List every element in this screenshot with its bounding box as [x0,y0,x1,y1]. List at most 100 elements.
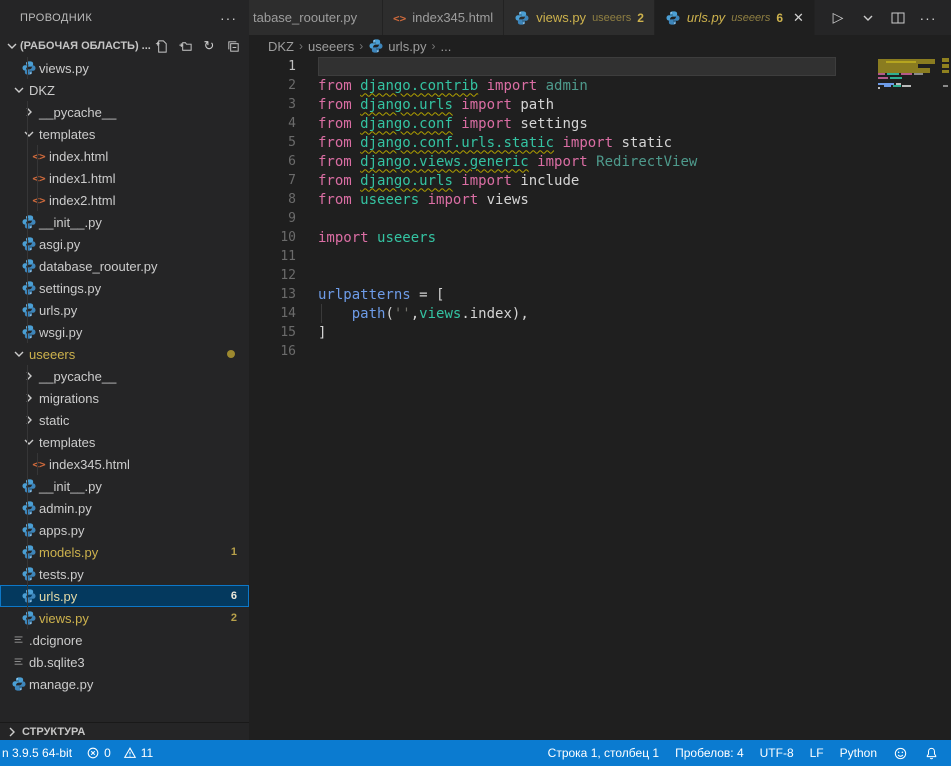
tree-folder-useeers[interactable]: useeers [0,343,249,365]
tree-folder-static[interactable]: static [0,409,249,431]
refresh-icon[interactable]: ↻ [199,36,219,56]
tree-file-.dcignore[interactable]: .dcignore [0,629,249,651]
tree-file-database_roouter.py[interactable]: database_roouter.py [0,255,249,277]
tree-file-models.py[interactable]: models.py1 [0,541,249,563]
tree-file-db.sqlite3[interactable]: db.sqlite3 [0,651,249,673]
chevron-right-icon[interactable] [20,412,38,428]
chevron-right-icon[interactable] [20,104,38,120]
tree-item-label: __init__.py [38,215,249,230]
html-file-icon: <> [30,458,48,471]
indentation-item[interactable]: Пробелов: 4 [675,746,744,760]
indent-guide [27,123,28,145]
tree-file-admin.py[interactable]: admin.py [0,497,249,519]
tree-folder-templates[interactable]: templates [0,123,249,145]
chevron-down-icon[interactable] [20,126,38,142]
tree-file-views.py[interactable]: views.py2 [0,607,249,629]
cursor-position-item[interactable]: Строка 1, столбец 1 [548,746,659,760]
tree-item-label: static [38,413,249,428]
tree-file-index1.html[interactable]: <>index1.html [0,167,249,189]
split-editor-button[interactable] [887,7,909,29]
close-icon[interactable]: ✕ [793,10,804,26]
tree-folder-DKZ[interactable]: DKZ [0,79,249,101]
indent-guide [27,299,28,321]
tab-views.py[interactable]: views.pyuseeers2 [504,0,655,35]
outline-section-header[interactable]: СТРУКТУРА [0,722,249,740]
tree-file-tests.py[interactable]: tests.py [0,563,249,585]
breadcrumb-item-urls.py[interactable]: urls.py [368,38,426,54]
tab-urls.py[interactable]: urls.pyuseeers6✕ [655,0,815,35]
encoding-item[interactable]: UTF-8 [760,746,794,760]
explorer-more-actions-icon[interactable]: ··· [220,10,237,26]
code-editor[interactable]: 12from django.contrib import admin3from … [249,57,951,740]
html-file-icon: <> [393,10,406,25]
chevron-right-icon[interactable] [20,368,38,384]
language-mode-item[interactable]: Python [840,746,877,760]
tree-file-index2.html[interactable]: <>index2.html [0,189,249,211]
tree-file-asgi.py[interactable]: asgi.py [0,233,249,255]
new-folder-icon[interactable] [175,36,195,56]
code-line-content: from useeers import views [318,192,951,208]
feedback-smiley-icon[interactable] [893,746,908,761]
chevron-down-icon[interactable] [10,346,28,362]
minimap-mark [887,73,899,75]
code-line-content: ] [318,325,951,341]
python-interpreter-item[interactable]: n 3.9.5 64-bit [2,746,72,760]
problems-count-badge: 1 [231,546,249,558]
indent-guide [27,519,28,541]
tree-file-urls.py[interactable]: urls.py6 [0,585,249,607]
tree-file-settings.py[interactable]: settings.py [0,277,249,299]
tree-folder-__pycache__[interactable]: __pycache__ [0,365,249,387]
problems-item[interactable]: 011 [86,746,153,760]
tab-folder-hint: useeers [592,12,631,24]
notifications-bell-icon[interactable] [924,746,939,761]
breadcrumb-item-DKZ[interactable]: DKZ [268,39,294,54]
tree-file-index345.html[interactable]: <>index345.html [0,453,249,475]
tree-file-index.html[interactable]: <>index.html [0,145,249,167]
chevron-down-icon[interactable] [10,82,28,98]
indent-guide [27,167,28,189]
indent-guide [37,167,38,189]
workspace-section-header[interactable]: (РАБОЧАЯ ОБЛАСТЬ) ... ↻ [0,35,249,57]
run-python-file-button[interactable]: ▷ [827,7,849,29]
tree-item-label: templates [38,127,249,142]
indent-guide [37,189,38,211]
tree-file-__init__.py[interactable]: __init__.py [0,475,249,497]
tree-file-views.py[interactable]: views.py [0,57,249,79]
breadcrumb-item-...[interactable]: ... [441,39,452,54]
vscode-window: ПРОВОДНИК ··· (РАБОЧАЯ ОБЛАСТЬ) ... ↻ vi… [0,0,951,766]
tree-folder-__pycache__[interactable]: __pycache__ [0,101,249,123]
chevron-right-icon[interactable] [20,390,38,406]
chevron-right-icon[interactable] [4,724,20,740]
indent-guide [27,497,28,519]
tree-folder-templates[interactable]: templates [0,431,249,453]
code-line-content: from django.conf import settings [318,116,951,132]
tab-tabase_roouter.py[interactable]: tabase_roouter.py [249,0,383,35]
chevron-down-icon[interactable] [20,434,38,450]
tree-file-__init__.py[interactable]: __init__.py [0,211,249,233]
tab-index345.html[interactable]: <>index345.html [383,0,504,35]
run-dropdown-button[interactable] [857,7,879,29]
current-line-highlight [318,57,836,76]
tree-folder-migrations[interactable]: migrations [0,387,249,409]
code-line-content: from django.urls import include [318,173,951,189]
tree-file-apps.py[interactable]: apps.py [0,519,249,541]
indent-guide [27,277,28,299]
new-file-icon[interactable] [151,36,171,56]
minimap-mark [914,73,923,75]
python-file-icon [20,236,38,252]
line-number: 13 [249,287,296,302]
eol-item[interactable]: LF [810,746,824,760]
tree-file-urls.py[interactable]: urls.py [0,299,249,321]
collapse-all-icon[interactable] [223,36,243,56]
tree-file-manage.py[interactable]: manage.py [0,673,249,695]
chevron-down-icon[interactable] [4,38,20,54]
line-number: 15 [249,325,296,340]
breadcrumb: DKZ›useeers›urls.py›... [249,35,951,57]
indent-guide [27,189,28,211]
more-actions-button[interactable]: ··· [917,7,939,29]
tab-folder-hint: useeers [731,12,770,24]
breadcrumb-item-useeers[interactable]: useeers [308,39,354,54]
tree-file-wsgi.py[interactable]: wsgi.py [0,321,249,343]
tab-problems-badge: 6 [776,11,783,25]
code-line-7: 7from django.urls import include [249,171,951,190]
